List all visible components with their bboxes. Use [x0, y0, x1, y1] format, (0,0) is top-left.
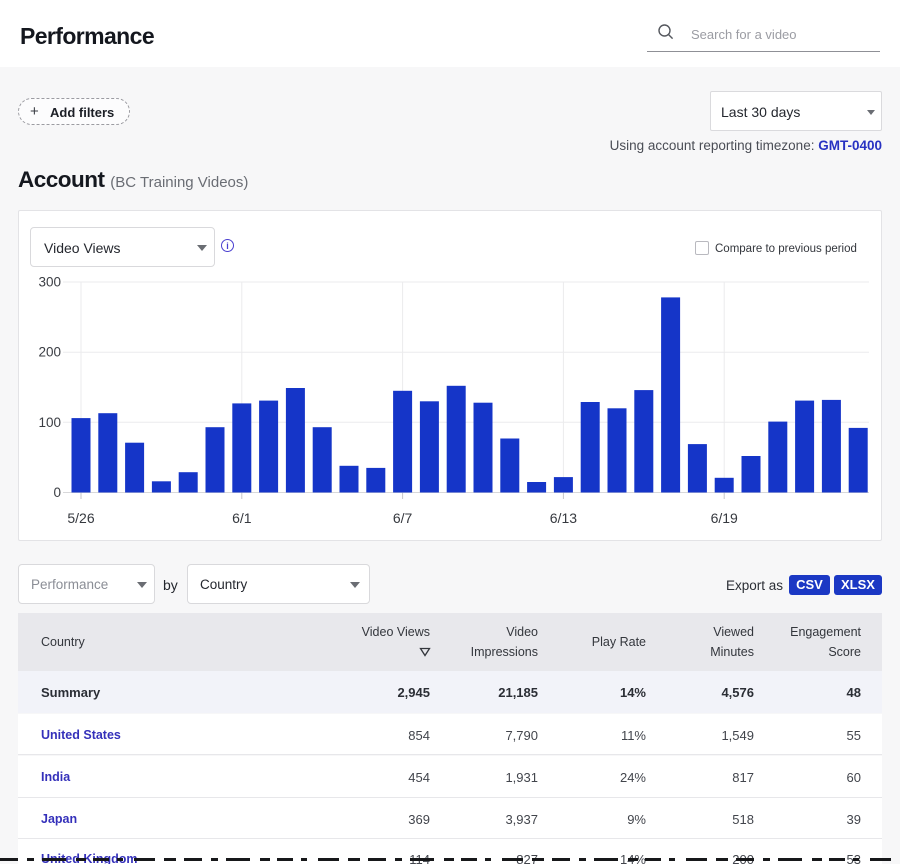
- svg-text:5/26: 5/26: [67, 510, 94, 526]
- svg-text:6/7: 6/7: [393, 510, 413, 526]
- svg-text:100: 100: [38, 415, 61, 430]
- svg-text:200: 200: [38, 345, 61, 360]
- svg-text:6/1: 6/1: [232, 510, 252, 526]
- svg-text:6/13: 6/13: [550, 510, 577, 526]
- svg-text:0: 0: [53, 485, 61, 500]
- svg-text:300: 300: [38, 275, 61, 290]
- svg-text:6/19: 6/19: [711, 510, 738, 526]
